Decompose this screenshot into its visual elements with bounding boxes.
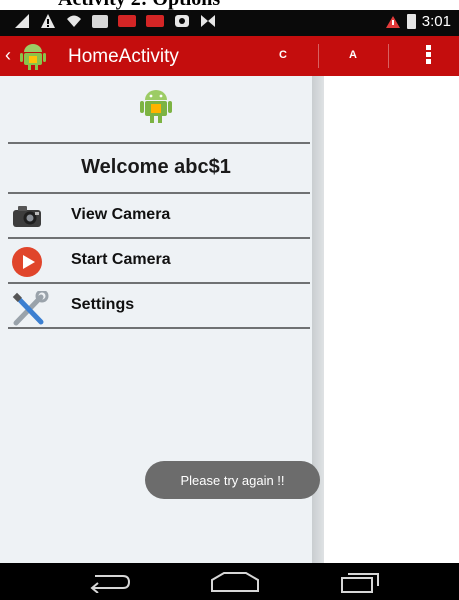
toast-message: Please try again !! bbox=[145, 461, 320, 499]
battery-icon bbox=[406, 14, 416, 29]
divider bbox=[8, 327, 310, 329]
up-chevron-icon[interactable]: ‹ bbox=[5, 45, 11, 66]
menu-item-label: View Camera bbox=[71, 206, 171, 223]
overflow-menu-icon[interactable] bbox=[420, 44, 436, 68]
warning-icon bbox=[41, 14, 55, 28]
app-title: HomeActivity bbox=[68, 46, 179, 67]
recents-nav-icon[interactable] bbox=[340, 571, 384, 593]
menu-item-settings[interactable]: Settings bbox=[8, 284, 310, 328]
caption-strip: Activity 2: Options bbox=[0, 0, 459, 10]
action-bar: ‹ HomeActivity C A bbox=[0, 36, 459, 76]
play-icon bbox=[12, 247, 42, 277]
signal-icon bbox=[15, 14, 29, 28]
android-app-icon[interactable] bbox=[20, 42, 46, 70]
camera-icon bbox=[13, 206, 41, 227]
bowtie-icon bbox=[201, 15, 215, 27]
sync-icon bbox=[175, 15, 189, 27]
back-nav-icon[interactable] bbox=[87, 571, 131, 593]
tools-icon bbox=[12, 291, 49, 326]
main-content: Welcome abc$1 View Camera Start Camera S… bbox=[0, 76, 459, 563]
android-logo-icon bbox=[140, 90, 172, 123]
action-c-button[interactable]: C bbox=[279, 49, 287, 61]
alert-icon bbox=[385, 15, 400, 28]
home-nav-icon[interactable] bbox=[210, 571, 260, 593]
toi-icon bbox=[146, 15, 164, 27]
toi-icon bbox=[118, 15, 136, 27]
status-bar: 3:01 bbox=[0, 10, 459, 36]
action-divider bbox=[318, 44, 319, 68]
caption-text: Activity 2: Options bbox=[58, 0, 220, 10]
menu-item-label: Start Camera bbox=[71, 251, 171, 268]
action-divider bbox=[388, 44, 389, 68]
divider bbox=[8, 142, 310, 144]
menu-item-label: Settings bbox=[71, 296, 135, 313]
image-icon bbox=[92, 14, 108, 28]
action-a-button[interactable]: A bbox=[349, 49, 357, 61]
navigation-bar bbox=[0, 563, 459, 600]
wifi-icon bbox=[67, 15, 81, 27]
welcome-text: Welcome abc$1 bbox=[81, 156, 231, 178]
menu-item-view-camera[interactable]: View Camera bbox=[8, 194, 310, 238]
menu-item-start-camera[interactable]: Start Camera bbox=[8, 239, 310, 283]
clock: 3:01 bbox=[421, 13, 451, 30]
